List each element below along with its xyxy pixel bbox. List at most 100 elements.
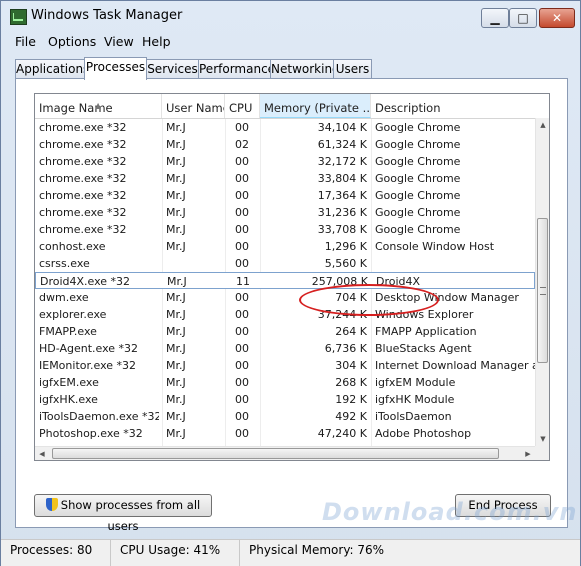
menu-view[interactable]: View (104, 34, 134, 49)
column-description[interactable]: Description (371, 94, 535, 118)
process-memory: 304 K (335, 359, 367, 372)
process-user: Mr.J (166, 206, 186, 219)
status-cpu-usage: CPU Usage: 41% (111, 540, 240, 566)
process-name: igfxHK.exe (39, 393, 98, 406)
tab-networking[interactable]: Networking (270, 59, 340, 79)
tab-performance[interactable]: Performance (198, 59, 275, 79)
process-memory: 32,172 K (317, 155, 367, 168)
close-button[interactable]: ✕ (539, 8, 575, 28)
process-row[interactable]: igfxHK.exe Mr.J 00 192 K igfxHK Module (35, 391, 549, 408)
scroll-down-arrow-icon[interactable]: ▼ (536, 432, 549, 446)
process-cpu: 00 (235, 291, 249, 304)
process-memory: 61,324 K (317, 138, 367, 151)
tab-services[interactable]: Services (146, 59, 199, 79)
menu-file[interactable]: File (15, 34, 36, 49)
column-user-name[interactable]: User Name (162, 94, 225, 118)
title-bar[interactable]: Windows Task Manager ▁ □ ✕ (1, 1, 580, 31)
process-description: iToolsDaemon (375, 410, 452, 423)
process-description: Internet Download Manager agent (375, 359, 545, 372)
menu-options[interactable]: Options (48, 34, 96, 49)
process-name: Droid4X.exe *32 (40, 275, 131, 288)
process-user: Mr.J (166, 121, 186, 134)
maximize-button[interactable]: □ (509, 8, 537, 28)
process-description: Console Window Host (375, 240, 495, 253)
process-memory: 33,804 K (317, 172, 367, 185)
status-physical-memory: Physical Memory: 76% (249, 543, 385, 557)
vertical-scroll-thumb[interactable] (537, 218, 548, 363)
status-bar: Processes: 80 CPU Usage: 41% Physical Me… (1, 539, 580, 566)
process-row[interactable]: HD-Agent.exe *32 Mr.J 00 6,736 K BlueStacks … (35, 340, 549, 357)
process-cpu: 00 (235, 359, 249, 372)
process-memory: 33,708 K (317, 223, 367, 236)
process-row[interactable]: IEMonitor.exe *32 Mr.J 00 304 K Internet Dow… (35, 357, 549, 374)
process-row[interactable]: chrome.exe *32 Mr.J 00 32,172 K Google Chrom… (35, 153, 549, 170)
process-name: explorer.exe (39, 308, 107, 321)
process-name: chrome.exe *32 (39, 155, 127, 168)
process-row[interactable]: dwm.exe Mr.J 00 704 K Desktop Window Manager (35, 289, 549, 306)
process-memory: 17,364 K (317, 189, 367, 202)
process-cpu: 00 (235, 308, 249, 321)
process-description: BlueStacks Agent (375, 342, 472, 355)
process-cpu: 00 (235, 189, 249, 202)
process-row[interactable]: chrome.exe *32 Mr.J 02 61,324 K Google Chrom… (35, 136, 549, 153)
menu-help[interactable]: Help (142, 34, 171, 49)
process-name: chrome.exe *32 (39, 206, 127, 219)
process-row[interactable]: Droid4X.exe *32 Mr.J 11 257,008 K Droid4X (35, 272, 535, 289)
process-description: Adobe Photoshop (375, 427, 472, 440)
vertical-scrollbar[interactable]: ▲ ▼ (535, 118, 549, 446)
scroll-right-arrow-icon[interactable]: ▶ (521, 447, 535, 460)
tab-processes[interactable]: Processes (84, 57, 147, 80)
process-user: Mr.J (166, 393, 186, 406)
column-memory[interactable]: Memory (Private ... (260, 94, 371, 118)
scroll-corner (535, 446, 549, 460)
process-name: chrome.exe *32 (39, 223, 127, 236)
process-description: Google Chrome (375, 155, 461, 168)
process-row[interactable]: iToolsDaemon.exe *32 Mr.J 00 492 K iToolsDae… (35, 408, 549, 425)
process-cpu: 00 (235, 121, 249, 134)
process-row[interactable]: FMAPP.exe Mr.J 00 264 K FMAPP Application (35, 323, 549, 340)
process-row[interactable]: chrome.exe *32 Mr.J 00 33,708 K Google Chrom… (35, 221, 549, 238)
process-name: chrome.exe *32 (39, 138, 127, 151)
process-name: iToolsDaemon.exe *32 (39, 410, 159, 423)
process-row[interactable]: conhost.exe Mr.J 00 1,296 K Console Window H… (35, 238, 549, 255)
process-user: Mr.J (166, 291, 186, 304)
show-all-label: Show processes from all users (60, 498, 201, 533)
column-image-name[interactable]: ▲ Image Name (35, 94, 162, 118)
process-cpu: 02 (235, 138, 249, 151)
process-description: Google Chrome (375, 223, 461, 236)
process-row[interactable]: igfxEM.exe Mr.J 00 268 K igfxEM Module (35, 374, 549, 391)
process-row[interactable]: chrome.exe *32 Mr.J 00 34,104 K Google Chrom… (35, 119, 549, 136)
process-description: FMAPP Application (375, 325, 477, 338)
process-row[interactable]: chrome.exe *32 Mr.J 00 31,236 K Google Chrom… (35, 204, 549, 221)
column-header-row: ▲ Image Name User Name CPU Memory (Priva… (35, 94, 549, 119)
process-row[interactable]: chrome.exe *32 Mr.J 00 17,364 K Google Chrom… (35, 187, 549, 204)
process-memory: 192 K (335, 393, 367, 406)
horizontal-scroll-thumb[interactable] (52, 448, 499, 459)
process-name: conhost.exe (39, 240, 106, 253)
process-name: HD-Agent.exe *32 (39, 342, 139, 355)
process-row[interactable]: csrss.exe 00 5,560 K (35, 255, 549, 272)
process-memory: 492 K (335, 410, 367, 423)
scroll-left-arrow-icon[interactable]: ◀ (35, 447, 49, 460)
scroll-up-arrow-icon[interactable]: ▲ (536, 118, 549, 132)
process-memory: 264 K (335, 325, 367, 338)
process-name: chrome.exe *32 (39, 172, 127, 185)
process-user: Mr.J (166, 308, 186, 321)
tab-applications[interactable]: Applications (15, 59, 89, 79)
process-cpu: 00 (235, 342, 249, 355)
process-memory: 5,560 K (324, 257, 367, 270)
minimize-button[interactable]: ▁ (481, 8, 509, 28)
horizontal-scrollbar[interactable]: ◀ ▶ (35, 446, 535, 460)
column-cpu[interactable]: CPU (225, 94, 260, 118)
process-row[interactable]: chrome.exe *32 Mr.J 00 33,804 K Google Chrom… (35, 170, 549, 187)
watermark: Download.com.vn (322, 498, 578, 526)
process-row[interactable]: explorer.exe Mr.J 00 37,244 K Windows Explor… (35, 306, 549, 323)
process-list[interactable]: ▲ Image Name User Name CPU Memory (Priva… (34, 93, 550, 461)
tab-users[interactable]: Users (333, 59, 372, 79)
process-row[interactable]: Photoshop.exe *32 Mr.J 00 47,240 K Adobe Pho… (35, 425, 549, 442)
process-cpu: 00 (235, 155, 249, 168)
process-user: Mr.J (166, 155, 186, 168)
show-all-processes-button[interactable]: Show processes from all users (34, 494, 212, 533)
process-user: Mr.J (166, 376, 186, 389)
process-memory: 1,296 K (324, 240, 367, 253)
